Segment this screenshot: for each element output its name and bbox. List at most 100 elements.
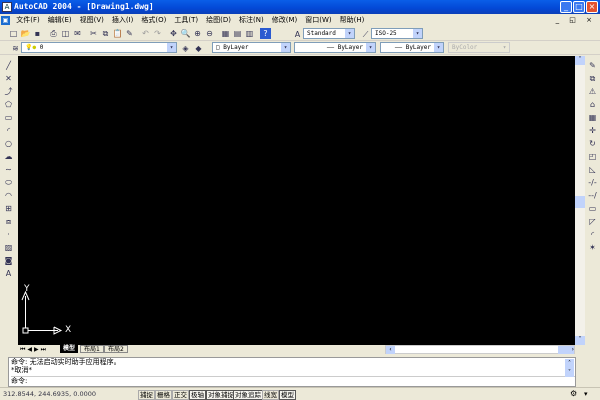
cut-icon[interactable]: ✂	[88, 28, 99, 39]
spline-icon[interactable]: ∼	[3, 164, 14, 175]
paste-icon[interactable]: 📋	[112, 28, 123, 39]
pan-icon[interactable]: ✥	[168, 28, 179, 39]
scroll-thumb[interactable]	[575, 196, 585, 208]
tool-palette-icon[interactable]: ▥	[244, 28, 255, 39]
command-scrollbar[interactable]: ˄ ˅	[565, 359, 574, 377]
preview-icon[interactable]: ◫	[60, 28, 71, 39]
design-center-icon[interactable]: ▤	[232, 28, 243, 39]
help-icon[interactable]: ?	[260, 28, 271, 39]
array-icon[interactable]: ▦	[587, 112, 598, 123]
rotate-icon[interactable]: ↻	[587, 138, 598, 149]
menu-tools[interactable]: 工具(T)	[170, 14, 202, 27]
osnap-toggle[interactable]: 对象捕捉	[206, 390, 236, 400]
circle-icon[interactable]: ○	[3, 138, 14, 149]
undo-icon[interactable]: ↶	[140, 28, 151, 39]
line-icon[interactable]: ╱	[3, 60, 14, 71]
zoom-realtime-icon[interactable]: 🔍	[180, 28, 191, 39]
menu-format[interactable]: 格式(O)	[137, 14, 170, 27]
dim-style-select[interactable]: ISO-25 ▾	[371, 28, 423, 39]
copy-icon[interactable]: ⧉	[100, 28, 111, 39]
tab-nav-arrows[interactable]: ⏮◀▶⏭	[20, 346, 48, 354]
color-select[interactable]: □ ByLayer ▾	[212, 42, 291, 53]
linetype-select[interactable]: —— ByLayer ▾	[294, 42, 376, 53]
scroll-left-icon[interactable]: ‹	[386, 346, 395, 354]
make-layer-current-icon[interactable]: ◈	[180, 43, 191, 54]
text-style-select[interactable]: Standard ▾	[303, 28, 355, 39]
fillet-icon[interactable]: ◜	[587, 229, 598, 240]
zoom-window-icon[interactable]: ⊕	[192, 28, 203, 39]
properties-icon[interactable]: ▦	[220, 28, 231, 39]
close-button[interactable]: ×	[586, 1, 598, 13]
hatch-icon[interactable]: ▨	[3, 242, 14, 253]
stretch-icon[interactable]: ◺	[587, 164, 598, 175]
break-icon[interactable]: ▭	[587, 203, 598, 214]
minimize-button[interactable]: _	[560, 1, 572, 13]
model-toggle[interactable]: 模型	[279, 390, 296, 400]
menu-window[interactable]: 窗口(W)	[301, 14, 335, 27]
ellipse-arc-icon[interactable]: ◠	[3, 190, 14, 201]
drawing-canvas[interactable]: Y X	[18, 56, 575, 345]
layer-select[interactable]: 💡● 0 ▾	[21, 42, 177, 53]
region-icon[interactable]: ◙	[3, 255, 14, 266]
otrack-toggle[interactable]: 对象追踪	[233, 390, 263, 400]
new-icon[interactable]: □	[8, 28, 19, 39]
snap-toggle[interactable]: 捕捉	[138, 390, 155, 400]
menu-dimension[interactable]: 标注(N)	[235, 14, 268, 27]
extend-icon[interactable]: --/	[587, 190, 598, 201]
chamfer-icon[interactable]: ◸	[587, 216, 598, 227]
lineweight-select[interactable]: —— ByLayer ▾	[380, 42, 444, 53]
polyline-icon[interactable]: ⤴	[3, 86, 14, 97]
doc-window-controls[interactable]: _ ◱ ×	[556, 14, 596, 27]
scroll-right-icon[interactable]: ›	[558, 346, 574, 354]
scroll-up-icon[interactable]: ˄	[575, 56, 585, 65]
polygon-icon[interactable]: ⬠	[3, 99, 14, 110]
menu-view[interactable]: 视图(V)	[76, 14, 108, 27]
menu-help[interactable]: 帮助(H)	[336, 14, 369, 27]
ellipse-icon[interactable]: ⬭	[3, 177, 14, 188]
command-input[interactable]: 命令:	[11, 376, 575, 385]
mirror-icon[interactable]: ⚠	[587, 86, 598, 97]
layer-previous-icon[interactable]: ◆	[193, 43, 204, 54]
scale-icon[interactable]: ◰	[587, 151, 598, 162]
print-icon[interactable]: ⎙	[48, 28, 59, 39]
tab-layout2[interactable]: 布局2	[104, 345, 128, 353]
command-window[interactable]: 命令: 无法启动实时助手应用程序。 *取消* 命令: ˄ ˅	[8, 357, 576, 387]
save-icon[interactable]: ▪	[32, 28, 43, 39]
menu-draw[interactable]: 绘图(D)	[202, 14, 235, 27]
scroll-down-icon[interactable]: ˅	[575, 336, 585, 345]
insert-block-icon[interactable]: ⊞	[3, 203, 14, 214]
tab-model[interactable]: 模型	[60, 345, 79, 353]
menu-modify[interactable]: 修改(M)	[268, 14, 302, 27]
point-icon[interactable]: ·	[3, 229, 14, 240]
vertical-scrollbar[interactable]: ˄ ˅	[575, 56, 585, 345]
revcloud-icon[interactable]: ☁	[3, 151, 14, 162]
layer-manager-icon[interactable]: ≋	[10, 43, 21, 54]
maximize-button[interactable]: □	[573, 1, 585, 13]
move-icon[interactable]: ✛	[587, 125, 598, 136]
zoom-previous-icon[interactable]: ⊖	[204, 28, 215, 39]
horizontal-scrollbar[interactable]: ‹ ›	[385, 345, 575, 354]
explode-icon[interactable]: ✶	[587, 242, 598, 253]
redo-icon[interactable]: ↷	[152, 28, 163, 39]
matchprop-icon[interactable]: ✎	[124, 28, 135, 39]
mtext-icon[interactable]: A	[3, 268, 14, 279]
publish-icon[interactable]: ✉	[72, 28, 83, 39]
construction-line-icon[interactable]: ✕	[3, 73, 14, 84]
make-block-icon[interactable]: ⧈	[3, 216, 14, 227]
menu-file[interactable]: 文件(F)	[12, 14, 44, 27]
lineweight-toggle[interactable]: 线宽	[262, 390, 279, 400]
arc-icon[interactable]: ◜	[3, 125, 14, 136]
erase-icon[interactable]: ✎	[587, 60, 598, 71]
status-menu-arrow-icon[interactable]: ▾	[584, 390, 588, 398]
tab-layout1[interactable]: 布局1	[80, 345, 104, 353]
ortho-toggle[interactable]: 正交	[172, 390, 189, 400]
rectangle-icon[interactable]: ▭	[3, 112, 14, 123]
open-icon[interactable]: 📂	[20, 28, 31, 39]
trim-icon[interactable]: -/-	[587, 177, 598, 188]
menu-edit[interactable]: 编辑(E)	[44, 14, 76, 27]
polar-toggle[interactable]: 极轴	[189, 390, 206, 400]
communication-center-icon[interactable]: ⚙	[570, 389, 577, 398]
menu-insert[interactable]: 插入(I)	[108, 14, 138, 27]
grid-toggle[interactable]: 栅格	[155, 390, 172, 400]
document-icon[interactable]: ▣	[1, 16, 10, 25]
